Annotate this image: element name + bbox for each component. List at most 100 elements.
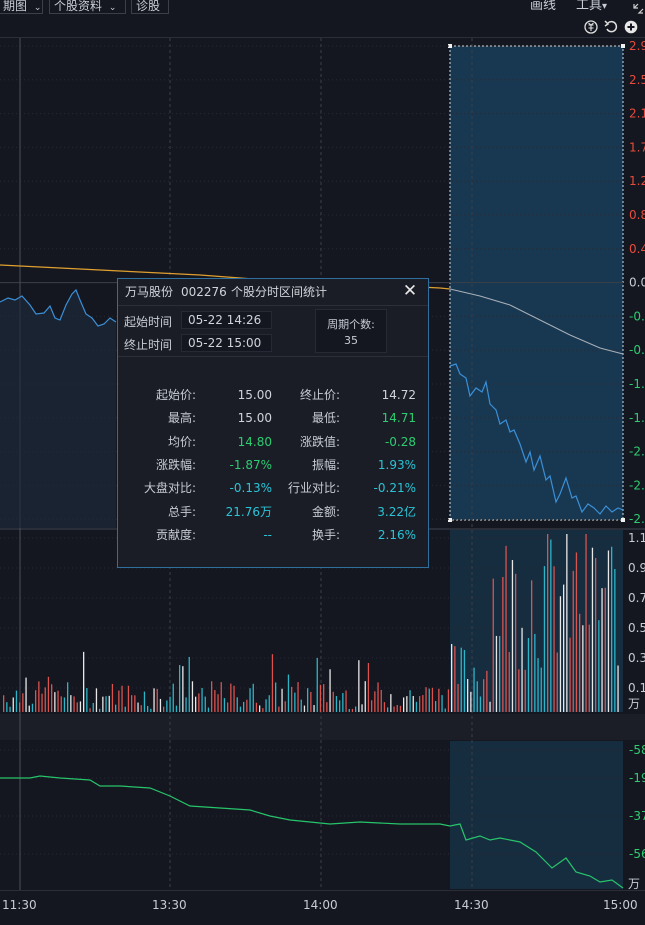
volume-bar <box>185 697 187 712</box>
volume-bar <box>204 696 206 712</box>
volume-bar <box>444 708 446 712</box>
stat-label: 总手: <box>167 504 196 519</box>
volume-bar <box>163 706 165 712</box>
volume-bar <box>236 697 238 712</box>
volume-bar <box>86 688 88 712</box>
volume-bar <box>220 682 222 712</box>
volume-bar <box>223 698 226 712</box>
volume-bar <box>287 674 290 712</box>
volume-bar <box>147 705 149 712</box>
stat-value: -0.13% <box>229 481 272 496</box>
volume-bar <box>575 552 578 712</box>
volume-bar <box>467 678 469 712</box>
indicator-unit-label: 万 <box>628 877 640 891</box>
volume-bar <box>473 667 475 712</box>
dialog-title: 个股分时区间统计 <box>231 285 328 299</box>
stat-label: 终止价: <box>299 388 340 402</box>
volume-bar <box>380 689 382 712</box>
selection-region-volume <box>450 530 623 712</box>
dialog-header: 万马股份 002276 个股分时区间统计 ✕ <box>118 279 428 306</box>
price-axis-label: -2. <box>629 445 645 459</box>
start-time-field[interactable]: 05-22 14:26 <box>181 311 272 329</box>
volume-bar <box>345 690 347 712</box>
volume-bar <box>310 691 312 712</box>
volume-bar <box>79 701 82 712</box>
close-icon[interactable]: ✕ <box>402 283 418 300</box>
time-axis-label: 15:00 <box>603 898 638 912</box>
price-axis-label: 2.1 <box>629 107 645 121</box>
price-axis-label: -0. <box>629 343 645 357</box>
volume-bar <box>460 647 462 712</box>
volume-bar <box>25 677 27 712</box>
stat-label: 最高: <box>167 411 196 426</box>
volume-bar <box>524 669 526 712</box>
volume-bar <box>207 707 210 712</box>
volume-bar <box>377 682 379 712</box>
volume-bar <box>153 688 155 712</box>
stat-label: 行业对比: <box>287 481 340 496</box>
volume-bar <box>227 702 229 712</box>
stock-code: 002276 <box>181 285 227 299</box>
volume-bar <box>457 683 459 712</box>
start-time-label: 起始时间 <box>124 315 173 329</box>
volume-bar <box>124 706 126 712</box>
volume-bar <box>143 691 146 712</box>
stat-value: 21.76万 <box>225 504 272 519</box>
indicator-header-bar <box>0 714 645 740</box>
stat-label: 换手: <box>311 527 340 542</box>
volume-bar <box>41 693 43 712</box>
end-time-field[interactable]: 05-22 15:00 <box>181 334 272 352</box>
volume-bar <box>367 663 370 712</box>
volume-bar <box>563 584 565 712</box>
price-axis-label: -1. <box>629 411 645 425</box>
volume-bar <box>617 665 619 712</box>
time-axis-label: 14:30 <box>454 898 489 912</box>
volume-bar <box>70 695 72 712</box>
volume-bar <box>127 685 130 712</box>
time-axis-line <box>0 890 645 891</box>
volume-bar <box>239 706 242 712</box>
volume-bar <box>419 696 421 712</box>
volume-bar <box>319 684 322 712</box>
volume-bar <box>396 704 398 712</box>
volume-bar <box>614 569 616 712</box>
volume-axis-label: 0.1 <box>628 681 645 695</box>
volume-bar <box>364 681 366 712</box>
indicator-axis-label: -56 <box>629 847 645 861</box>
volume-bar <box>15 690 18 712</box>
volume-bar <box>137 702 139 712</box>
volume-bar <box>275 682 277 712</box>
volume-bar <box>118 690 120 712</box>
volume-bar <box>156 688 158 712</box>
volume-bar <box>278 706 280 712</box>
volume-bar <box>134 695 136 712</box>
volume-bar <box>332 691 334 712</box>
indicator-axis-label: -58 <box>629 743 645 757</box>
volume-bar <box>348 708 350 712</box>
end-time-label: 终止时间 <box>124 338 173 352</box>
volume-bar <box>51 684 53 712</box>
volume-axis-label: 0.7 <box>628 591 645 605</box>
price-axis-label: -0. <box>629 309 645 323</box>
volume-bar <box>454 646 456 712</box>
stat-value: 14.71 <box>381 411 416 426</box>
volume-bar <box>108 695 110 712</box>
volume-bar <box>326 702 328 712</box>
top-separator <box>0 37 645 38</box>
volume-bar <box>569 637 571 712</box>
volume-bar <box>246 699 248 712</box>
volume-bar <box>387 707 389 712</box>
selection-handle <box>621 518 625 522</box>
volume-bar <box>451 644 453 712</box>
volume-bar <box>179 665 181 712</box>
stat-label: 贡献度: <box>155 527 196 542</box>
volume-bar <box>499 635 501 712</box>
volume-bar <box>175 705 178 712</box>
volume-bar <box>102 696 104 712</box>
price-axis-label: -2. <box>629 478 645 492</box>
volume-bar <box>483 679 485 712</box>
volume-bar <box>399 705 402 712</box>
volume-bar <box>339 700 341 712</box>
volume-bar <box>607 550 610 712</box>
volume-bar <box>540 667 542 712</box>
